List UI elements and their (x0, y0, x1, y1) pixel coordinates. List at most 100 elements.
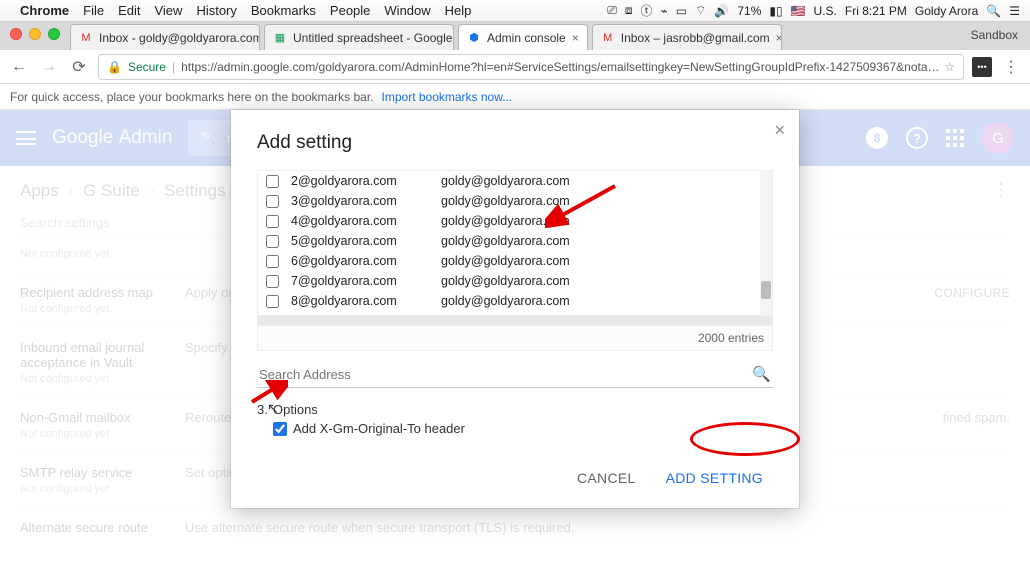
row-mapto: goldy@goldyarora.com (441, 194, 611, 208)
address-row[interactable]: 2@goldyarora.comgoldy@goldyarora.com (258, 171, 772, 191)
add-setting-modal: × Add setting 2@goldyarora.comgoldy@gold… (231, 110, 799, 508)
chrome-menu-icon[interactable]: ⋮ (1000, 56, 1022, 78)
row-mapto: goldy@goldyarora.com (441, 294, 611, 308)
menu-view[interactable]: View (154, 3, 182, 18)
menu-file[interactable]: File (83, 3, 104, 18)
close-icon[interactable]: × (776, 31, 782, 45)
back-button[interactable]: ← (8, 56, 30, 78)
display-icon[interactable]: ▭ (676, 4, 687, 18)
menu-people[interactable]: People (330, 3, 370, 18)
window-minimize[interactable] (29, 28, 41, 40)
wifi-icon[interactable]: ⌔ (695, 3, 706, 18)
setting-row-alt-route: Alternate secure routeUse alternate secu… (20, 507, 1010, 547)
row-address: 4@goldyarora.com (291, 214, 441, 228)
row-mapto: goldy@goldyarora.com (441, 214, 611, 228)
address-row[interactable]: 6@goldyarora.comgoldy@goldyarora.com (258, 251, 772, 271)
menu-help[interactable]: Help (445, 3, 472, 18)
screencast-icon[interactable]: ⎚ (607, 3, 617, 18)
address-row[interactable]: 3@goldyarora.comgoldy@goldyarora.com (258, 191, 772, 211)
menubar-app[interactable]: Chrome (20, 3, 69, 18)
address-row[interactable]: 7@goldyarora.comgoldy@goldyarora.com (258, 271, 772, 291)
menu-edit[interactable]: Edit (118, 3, 140, 18)
secure-label: Secure (128, 60, 166, 74)
gmail-icon: M (601, 31, 615, 45)
configure-button[interactable]: CONFIGURE (934, 286, 1010, 300)
address-row[interactable]: 5@goldyarora.comgoldy@goldyarora.com (258, 231, 772, 251)
scrollbar-thumb[interactable] (761, 281, 771, 299)
bookmark-star-icon[interactable]: ☆ (944, 60, 955, 74)
close-icon[interactable]: × (572, 31, 579, 45)
omnibox[interactable]: 🔒 Secure | https://admin.google.com/gold… (98, 54, 964, 80)
search-address-field[interactable]: 🔍 (257, 361, 773, 388)
crumb-apps[interactable]: Apps (20, 181, 59, 201)
search-icon: 🔍 (200, 130, 216, 146)
window-zoom[interactable] (48, 28, 60, 40)
menu-window[interactable]: Window (384, 3, 430, 18)
row-checkbox[interactable] (266, 215, 279, 228)
overflow-icon[interactable]: ⋮ (992, 180, 1010, 201)
bookmarks-hint: For quick access, place your bookmarks h… (10, 90, 374, 104)
modal-title: Add setting (231, 132, 799, 170)
h-scrollbar[interactable] (258, 315, 772, 325)
tab-admin-console[interactable]: ⬢Admin console× (458, 24, 588, 50)
modal-options: 3.Options Add X-Gm-Original-To header ↖ (257, 402, 773, 436)
address-row[interactable]: 4@goldyarora.comgoldy@goldyarora.com (258, 211, 772, 231)
address-table: 2@goldyarora.comgoldy@goldyarora.com3@go… (257, 170, 773, 351)
battery-pct[interactable]: 71% (737, 4, 761, 18)
add-header-checkbox-input[interactable] (273, 422, 287, 436)
reload-button[interactable]: ⟳ (68, 56, 90, 78)
add-setting-button[interactable]: ADD SETTING (656, 464, 773, 492)
browser-toolbar: ← → ⟳ 🔒 Secure | https://admin.google.co… (0, 50, 1030, 84)
menu-bookmarks[interactable]: Bookmarks (251, 3, 316, 18)
row-checkbox[interactable] (266, 175, 279, 188)
url-text: https://admin.google.com/goldyarora.com/… (181, 60, 944, 74)
tab-inbox-jasrobb[interactable]: MInbox – jasrobb@gmail.com× (592, 24, 782, 50)
row-mapto: goldy@goldyarora.com (441, 274, 611, 288)
menubar-time[interactable]: Fri 8:21 PM (845, 4, 907, 18)
tab-inbox-goldy[interactable]: MInbox - goldy@goldyarora.com× (70, 24, 260, 50)
unknown-icon[interactable]: ⌁ (661, 4, 668, 18)
macos-menubar: Chrome File Edit View History Bookmarks … (0, 0, 1030, 22)
row-checkbox[interactable] (266, 235, 279, 248)
modal-close-icon[interactable]: × (774, 120, 785, 141)
menu-history[interactable]: History (196, 3, 236, 18)
hamburger-icon[interactable] (16, 131, 36, 145)
crumb-gsuite[interactable]: G Suite (83, 181, 140, 201)
bookmarks-bar: For quick access, place your bookmarks h… (0, 84, 1030, 110)
locale-text[interactable]: U.S. (814, 4, 837, 18)
search-icon[interactable]: 🔍 (752, 365, 771, 383)
help-icon[interactable]: ? (906, 127, 928, 149)
locale-flag[interactable]: 🇺🇸 (791, 4, 806, 18)
apps-grid-icon[interactable] (946, 129, 964, 147)
menubar-user[interactable]: Goldy Arora (915, 4, 978, 18)
notifications-icon[interactable]: ☰ (1009, 4, 1020, 18)
row-address: 7@goldyarora.com (291, 274, 441, 288)
address-row[interactable]: 8@goldyarora.comgoldy@goldyarora.com (258, 291, 772, 311)
row-address: 6@goldyarora.com (291, 254, 441, 268)
notification-badge[interactable]: 8 (866, 127, 888, 149)
cancel-button[interactable]: CANCEL (567, 464, 646, 492)
add-header-checkbox[interactable]: Add X-Gm-Original-To header (273, 421, 773, 436)
admin-logo: Google Admin (52, 127, 172, 149)
battery-icon[interactable]: ▮▯ (769, 4, 782, 18)
row-checkbox[interactable] (266, 195, 279, 208)
volume-icon[interactable]: 🔊 (714, 4, 729, 18)
row-checkbox[interactable] (266, 295, 279, 308)
forward-button[interactable]: → (38, 56, 60, 78)
row-address: 3@goldyarora.com (291, 194, 441, 208)
extension-icon[interactable]: ••• (972, 57, 992, 77)
admin-icon: ⬢ (467, 31, 481, 45)
sandbox-label: Sandbox (971, 28, 1018, 42)
search-address-input[interactable] (259, 367, 752, 382)
skitch-icon[interactable]: ⓣ (641, 2, 653, 19)
spotlight-icon[interactable]: 🔍 (986, 4, 1001, 18)
window-close[interactable] (10, 28, 22, 40)
import-bookmarks-link[interactable]: Import bookmarks now... (382, 90, 513, 104)
avatar[interactable]: G (982, 122, 1014, 154)
sheets-icon: ▦ (273, 31, 287, 45)
tab-spreadsheet[interactable]: ▦Untitled spreadsheet - Google× (264, 24, 454, 50)
browser-tabstrip: MInbox - goldy@goldyarora.com× ▦Untitled… (0, 22, 1030, 50)
dropbox-icon[interactable]: ⧈ (625, 3, 633, 18)
row-checkbox[interactable] (266, 255, 279, 268)
row-checkbox[interactable] (266, 275, 279, 288)
